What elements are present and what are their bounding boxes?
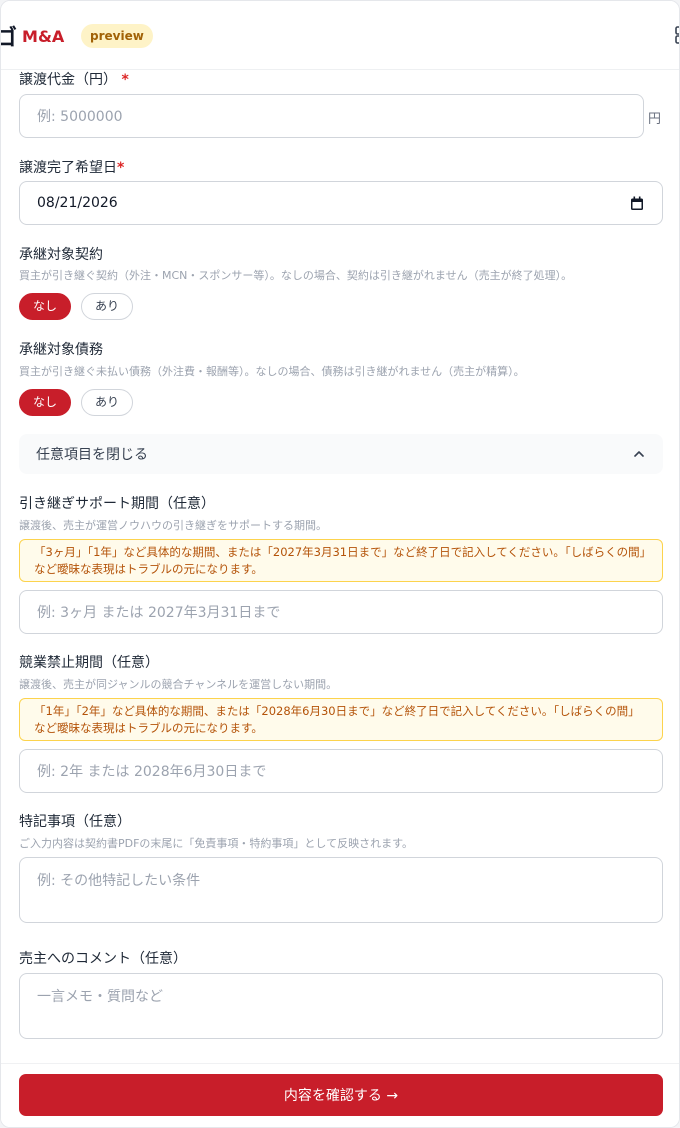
- debts-option-yes[interactable]: あり: [81, 389, 134, 416]
- grid-menu-icon[interactable]: [675, 25, 680, 45]
- non-compete-label: 競業禁止期間（任意）: [19, 655, 159, 671]
- price-placeholder: 例: 5000000: [37, 109, 123, 125]
- price-label: 譲渡代金（円） *: [19, 69, 129, 89]
- contracts-label: 承継対象契約: [19, 247, 103, 263]
- logo-mark: ゴ: [1, 20, 17, 52]
- support-period-label: 引き継ぎサポート期間（任意）: [19, 496, 215, 512]
- completion-date-input[interactable]: 08/21/2026: [19, 181, 663, 225]
- logo-text: M&A: [22, 26, 65, 46]
- debts-option-none[interactable]: なし: [19, 389, 72, 416]
- non-compete-hint: 譲渡後、売主が同ジャンルの競合チャンネルを運営しない期間。: [19, 678, 338, 691]
- optional-toggle-label: 任意項目を閉じる: [36, 447, 148, 463]
- comment-label: 売主へのコメント（任意）: [19, 951, 187, 967]
- optional-fields-toggle[interactable]: 任意項目を閉じる: [19, 434, 663, 474]
- completion-date-label: 譲渡完了希望日*: [19, 157, 124, 177]
- price-input[interactable]: 例: 5000000: [19, 94, 644, 138]
- calendar-icon[interactable]: [630, 196, 644, 211]
- debts-label: 承継対象債務: [19, 342, 103, 358]
- support-period-hint: 譲渡後、売主が運営ノウハウの引き継ぎをサポートする期間。: [19, 519, 327, 532]
- app-header: ゴ M&A preview: [1, 1, 680, 70]
- non-compete-input[interactable]: 例: 2年 または 2028年6月30日まで: [19, 749, 663, 793]
- required-mark: *: [121, 72, 129, 88]
- confirm-button[interactable]: 内容を確認する →: [19, 1074, 663, 1116]
- contracts-option-none[interactable]: なし: [19, 293, 72, 320]
- non-compete-warning: 「1年」「2年」など具体的な期間、または「2028年6月30日まで」など終了日で…: [19, 698, 663, 741]
- price-label-text: 譲渡代金（円）: [19, 72, 117, 88]
- price-unit: 円: [648, 112, 662, 127]
- chevron-up-icon: [634, 451, 644, 457]
- special-notes-label: 特記事項（任意）: [19, 814, 131, 830]
- support-period-input[interactable]: 例: 3ヶ月 または 2027年3月31日まで: [19, 590, 663, 634]
- non-compete-placeholder: 例: 2年 または 2028年6月30日まで: [37, 764, 267, 780]
- support-period-placeholder: 例: 3ヶ月 または 2027年3月31日まで: [37, 605, 281, 621]
- support-period-warning: 「3ヶ月」「1年」など具体的な期間、または「2027年3月31日まで」など終了日…: [19, 539, 663, 582]
- special-notes-hint: ご入力内容は契約書PDFの末尾に「免責事項・特約事項」として反映されます。: [19, 837, 413, 850]
- completion-date-value: 08/21/2026: [37, 195, 118, 211]
- completion-date-label-text: 譲渡完了希望日: [19, 160, 117, 176]
- logo[interactable]: ゴ M&A: [1, 20, 65, 52]
- comment-textarea[interactable]: 一言メモ・質問など: [19, 973, 663, 1039]
- special-notes-placeholder: 例: その他特記したい条件: [37, 873, 201, 889]
- form-footer: 内容を確認する →: [1, 1063, 679, 1127]
- required-mark: *: [117, 160, 125, 176]
- debts-hint: 買主が引き継ぐ未払い債務（外注費・報酬等）。なしの場合、債務は引き継がれません（…: [19, 365, 525, 378]
- contracts-hint: 買主が引き継ぐ契約（外注・MCN・スポンサー等）。なしの場合、契約は引き継がれま…: [19, 269, 573, 282]
- special-notes-textarea[interactable]: 例: その他特記したい条件: [19, 857, 663, 923]
- contracts-option-yes[interactable]: あり: [81, 293, 134, 320]
- preview-badge: preview: [81, 24, 153, 48]
- app-frame: ゴ M&A preview 譲渡代金（円） * 例: 5000000 円 譲渡完…: [0, 0, 680, 1128]
- comment-placeholder: 一言メモ・質問など: [37, 989, 163, 1005]
